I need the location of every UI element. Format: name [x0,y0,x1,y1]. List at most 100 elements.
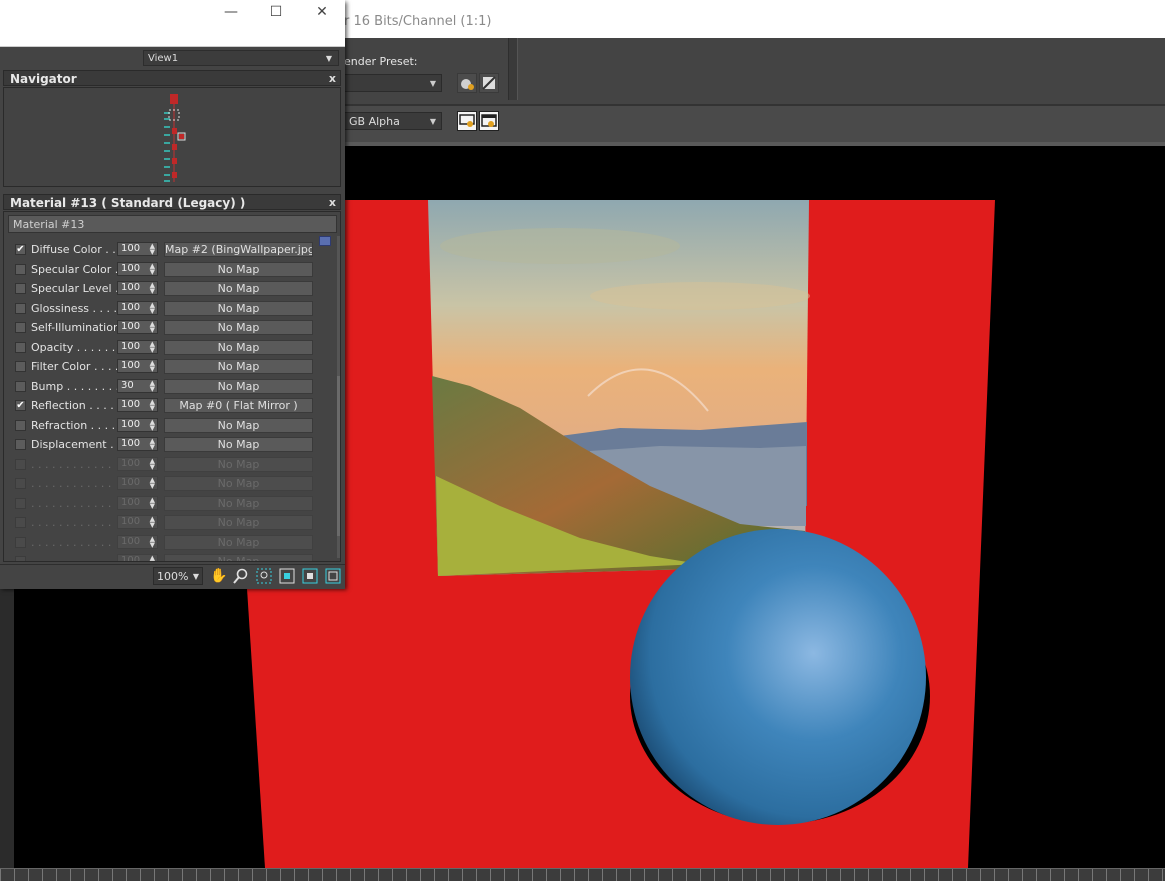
map-amount-spinner[interactable]: 100 ▲▼ [117,339,158,354]
close-icon[interactable]: x [329,195,336,211]
map-enable-checkbox[interactable] [15,322,26,333]
map-enable-checkbox[interactable] [15,536,26,548]
map-amount-spinner[interactable]: 100 ▲▼ [117,300,158,315]
navigator-view[interactable] [3,87,341,187]
render-preset-dropdown[interactable]: ▼ [344,74,442,92]
map-enable-checkbox[interactable] [15,263,26,275]
map-amount-spinner[interactable]: 100 ▲▼ [117,476,158,490]
map-amount-value: 30 [121,379,134,391]
map-amount-spinner[interactable]: 100 ▲▼ [117,417,158,432]
close-button[interactable]: ✕ [302,2,342,22]
map-slot-button[interactable]: Map #2 (BingWallpaper.jpg) [164,242,313,257]
spinner-arrows-icon[interactable]: ▲▼ [150,535,155,548]
map-slot-button[interactable]: No Map [164,534,313,550]
map-amount-spinner[interactable]: 100 ▲▼ [117,495,158,510]
map-enable-checkbox[interactable] [15,497,26,509]
spinner-arrows-icon[interactable]: ▲▼ [150,418,155,431]
material-editor-window: — ☐ ✕ View1 ▼ Navigator x Material #13 (… [0,0,345,589]
map-amount-spinner[interactable]: 100 ▲▼ [117,261,158,276]
spinner-arrows-icon[interactable]: ▲▼ [150,516,155,529]
map-slot-button[interactable]: No Map [164,378,313,394]
map-slot-button[interactable]: Map #0 ( Flat Mirror ) [164,398,313,413]
view-dropdown[interactable]: View1 ▼ [143,50,339,66]
map-slot-button[interactable]: No Map [164,515,313,530]
material-panel-header[interactable]: Material #13 ( Standard (Legacy) ) x [3,194,341,210]
map-amount-spinner[interactable]: 30 ▲ ▼ [117,378,158,393]
map-amount-spinner[interactable]: 100 ▲▼ [117,359,158,373]
map-enable-checkbox[interactable] [15,439,26,450]
map-enable-checkbox[interactable] [15,478,26,489]
spinner-arrows-icon[interactable]: ▲▼ [150,262,155,275]
teapot-settings-icon[interactable] [457,73,477,93]
map-amount-spinner[interactable]: 100 ▲▼ [117,456,158,471]
spinner-arrows-icon[interactable]: ▲▼ [150,243,155,256]
environment-icon[interactable] [479,73,499,93]
zoom-dropdown[interactable]: 100% ▼ [153,567,203,585]
wallpaper-texture [428,200,810,576]
zoom-icon[interactable] [232,568,249,585]
map-slot-button[interactable]: No Map [164,495,313,511]
map-slot-button[interactable]: No Map [164,261,313,277]
map-enable-checkbox[interactable] [15,361,26,372]
map-amount-spinner[interactable]: 100 ▲▼ [117,242,158,256]
frame-selected-icon[interactable] [278,568,295,585]
map-amount-value: 100 [121,516,141,527]
spinner-arrows-icon[interactable]: ▲▼ [150,379,155,392]
spinner-arrows-icon[interactable]: ▲▼ [150,496,155,509]
map-amount-spinner[interactable]: 100 ▲▼ [117,554,158,562]
map-amount-spinner[interactable]: 100 ▲▼ [117,281,158,295]
map-amount-spinner[interactable]: 100 ▲▼ [117,398,158,412]
spinner-arrows-icon[interactable]: ▲▼ [150,321,155,334]
map-slot-button[interactable]: No Map [164,300,313,316]
spinner-arrows-icon[interactable]: ▲▼ [150,282,155,295]
time-ruler[interactable] [0,868,1165,881]
pan-hand-icon[interactable]: ✋ [210,568,227,585]
map-slot-button[interactable]: No Map [164,320,313,335]
map-slot-button[interactable]: No Map [164,359,313,374]
map-enable-checkbox[interactable] [15,341,26,353]
map-label: Specular Level . [31,282,117,295]
spinner-arrows-icon[interactable]: ▲▼ [150,457,155,470]
map-amount-spinner[interactable]: 100 ▲▼ [117,437,158,451]
map-amount-spinner[interactable]: 100 ▲▼ [117,534,158,549]
map-slot-button[interactable]: No Map [164,554,313,561]
spinner-arrows-icon[interactable]: ▲▼ [150,477,155,490]
map-enable-checkbox[interactable] [15,556,26,561]
map-enable-checkbox[interactable] [15,380,26,392]
map-enable-checkbox[interactable] [15,419,26,431]
map-enable-checkbox[interactable]: ✔ [15,244,26,255]
zoom-extents-all-icon[interactable] [324,568,341,585]
channel-dropdown[interactable]: GB Alpha ▼ [344,112,442,130]
map-slot-button[interactable]: No Map [164,339,313,355]
spinner-arrows-icon[interactable]: ▲▼ [150,555,155,562]
map-enable-checkbox[interactable] [15,302,26,314]
material-name-field[interactable]: Material #13 [8,215,337,233]
map-slot-button[interactable]: No Map [164,281,313,296]
zoom-extents-icon[interactable] [301,568,318,585]
spinner-arrows-icon[interactable]: ▲▼ [150,340,155,353]
map-enable-checkbox[interactable] [15,458,26,470]
map-enable-checkbox[interactable] [15,283,26,294]
spinner-arrows-icon[interactable]: ▲▼ [150,301,155,314]
display-icon[interactable] [457,111,477,131]
close-icon[interactable]: x [329,71,336,87]
map-enable-checkbox[interactable]: ✔ [15,400,26,411]
spinner-arrows-icon[interactable]: ▲▼ [150,360,155,373]
map-amount-spinner[interactable]: 100 ▲▼ [117,320,158,334]
zoom-region-icon[interactable] [255,568,272,585]
spinner-arrows-icon[interactable]: ▲▼ [150,438,155,451]
render-frame-icon[interactable] [479,111,499,131]
map-amount-spinner[interactable]: 100 ▲▼ [117,515,158,529]
map-slot-button[interactable]: No Map [164,476,313,491]
spinner-arrows-icon[interactable]: ▲▼ [150,399,155,412]
map-slot-button[interactable]: No Map [164,437,313,452]
navigator-header[interactable]: Navigator x [3,70,341,86]
map-slot-button[interactable]: No Map [164,417,313,433]
map-enable-checkbox[interactable] [15,517,26,528]
scrollbar-thumb[interactable] [337,376,340,536]
maximize-button[interactable]: ☐ [256,2,296,22]
map-slot-button[interactable]: No Map [164,456,313,472]
map-amount-value: 100 [121,340,141,352]
minimize-button[interactable]: — [211,2,251,22]
material-scrollbar[interactable] [337,236,340,558]
